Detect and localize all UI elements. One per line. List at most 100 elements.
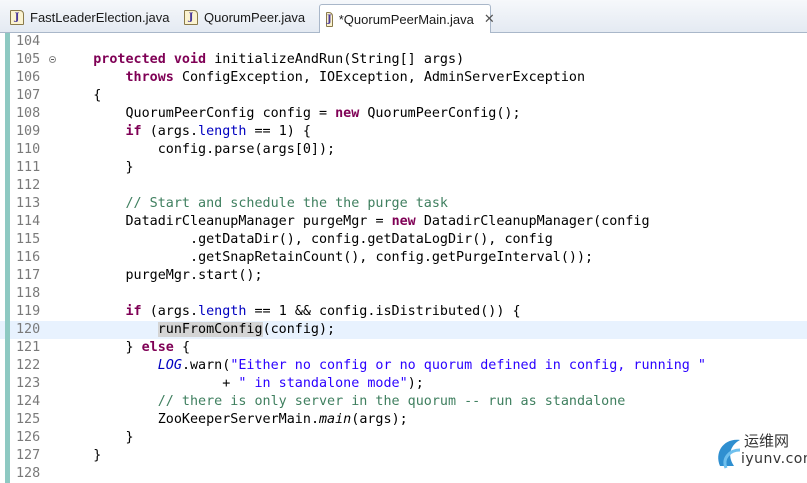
change-bar [5, 357, 10, 375]
code-line[interactable]: 106 throws ConfigException, IOException,… [0, 69, 807, 87]
code-line[interactable]: 114 DatadirCleanupManager purgeMgr = new… [0, 213, 807, 231]
change-bar [5, 213, 10, 231]
line-number: 119 [16, 304, 41, 319]
line-number: 116 [16, 250, 41, 265]
code-line[interactable]: 109 if (args.length == 1) { [0, 123, 807, 141]
line-number: 106 [16, 70, 41, 85]
tab-label: FastLeaderElection.java [30, 10, 170, 25]
line-number: 109 [16, 124, 41, 139]
line-number: 112 [16, 178, 41, 193]
code-text: if (args.length == 1 && config.isDistrib… [125, 304, 521, 319]
change-bar [5, 195, 10, 213]
code-line[interactable]: 123 + " in standalone mode"); [0, 375, 807, 393]
tab-label: *QuorumPeerMain.java [338, 11, 474, 27]
code-line[interactable]: 115 .getDataDir(), config.getDataLogDir(… [0, 231, 807, 249]
change-bar [5, 105, 10, 123]
line-number: 126 [16, 430, 41, 445]
code-text: // Start and schedule the the purge task [125, 196, 448, 211]
watermark-url: iyunv.com [741, 451, 807, 467]
change-bar [5, 249, 10, 267]
line-number: 120 [16, 322, 41, 337]
change-bar [5, 267, 10, 285]
code-text: DatadirCleanupManager purgeMgr = new Dat… [125, 214, 650, 229]
change-bar [5, 69, 10, 87]
java-file-icon: J [10, 10, 24, 25]
code-editor[interactable]: 104 105 protected void initializeAndRun(S… [0, 33, 807, 483]
code-text: + " in standalone mode"); [222, 376, 424, 391]
code-text: } [125, 430, 134, 445]
line-number: 111 [16, 160, 41, 175]
code-text: LOG.warn("Either no config or no quorum … [157, 358, 706, 373]
tab-fastleaderelection[interactable]: J FastLeaderElection.java [4, 4, 170, 31]
code-text: config.parse(args[0]); [157, 142, 336, 157]
code-line[interactable]: 120 runFromConfig(config); [0, 321, 807, 339]
change-bar [5, 465, 10, 483]
line-number: 124 [16, 394, 41, 409]
change-bar [5, 411, 10, 429]
code-text: } [125, 160, 134, 175]
line-number: 114 [16, 214, 41, 229]
code-text: .getDataDir(), config.getDataLogDir(), c… [190, 232, 553, 247]
code-line[interactable]: 121 } else { [0, 339, 807, 357]
line-number: 123 [16, 376, 41, 391]
code-text: } [93, 448, 102, 463]
line-number: 122 [16, 358, 41, 373]
code-text: { [93, 88, 102, 103]
change-bar [5, 123, 10, 141]
code-line[interactable]: 126 } [0, 429, 807, 447]
line-number: 110 [16, 142, 41, 157]
change-bar [5, 231, 10, 249]
code-line[interactable]: 119 if (args.length == 1 && config.isDis… [0, 303, 807, 321]
line-number: 128 [16, 466, 41, 481]
code-text: throws ConfigException, IOException, Adm… [125, 70, 586, 85]
code-line[interactable]: 116 .getSnapRetainCount(), config.getPur… [0, 249, 807, 267]
change-bar [5, 429, 10, 447]
line-number: 117 [16, 268, 41, 283]
code-text: QuorumPeerConfig config = new QuorumPeer… [125, 106, 521, 121]
change-bar [5, 177, 10, 195]
line-number: 127 [16, 448, 41, 463]
change-bar [5, 285, 10, 303]
code-line[interactable]: 125 ZooKeeperServerMain.main(args); [0, 411, 807, 429]
code-line[interactable]: 107 { [0, 87, 807, 105]
change-bar [5, 393, 10, 411]
code-line[interactable]: 118 [0, 285, 807, 303]
code-line[interactable]: 122 LOG.warn("Either no config or no quo… [0, 357, 807, 375]
line-number: 107 [16, 88, 41, 103]
change-bar [5, 339, 10, 357]
code-line[interactable]: 105 protected void initializeAndRun(Stri… [0, 51, 807, 69]
code-line[interactable]: 124 // there is only server in the quoru… [0, 393, 807, 411]
code-line[interactable]: 127 } [0, 447, 807, 465]
change-bar [5, 303, 10, 321]
line-number: 105 [16, 52, 41, 67]
code-line[interactable]: 110 config.parse(args[0]); [0, 141, 807, 159]
code-text: } else { [125, 340, 191, 355]
java-file-icon: J [184, 10, 198, 25]
tab-quorumpeermain[interactable]: J *QuorumPeerMain.java ✕ [319, 4, 495, 33]
code-line[interactable]: 111 } [0, 159, 807, 177]
code-text: ZooKeeperServerMain.main(args); [157, 412, 408, 427]
code-text: .getSnapRetainCount(), config.getPurgeIn… [190, 250, 594, 265]
change-bar [5, 87, 10, 105]
code-line[interactable]: 108 QuorumPeerConfig config = new Quorum… [0, 105, 807, 123]
watermark-title: 运维网 [744, 432, 790, 450]
close-icon[interactable]: ✕ [484, 11, 495, 27]
change-bar [5, 321, 10, 339]
code-text: // there is only server in the quorum --… [157, 394, 626, 409]
code-line[interactable]: 112 [0, 177, 807, 195]
tab-quorumpeer[interactable]: J QuorumPeer.java [178, 4, 314, 31]
line-number: 115 [16, 232, 41, 247]
code-line[interactable]: 113 // Start and schedule the the purge … [0, 195, 807, 213]
line-number: 121 [16, 340, 41, 355]
fold-toggle-icon[interactable] [49, 56, 56, 63]
code-text: runFromConfig(config); [157, 322, 336, 337]
change-bar [5, 159, 10, 177]
java-file-icon: J [326, 11, 333, 27]
line-number: 118 [16, 286, 41, 301]
change-bar [5, 375, 10, 393]
code-line[interactable]: 128 [0, 465, 807, 483]
change-bar [5, 447, 10, 465]
change-bar [5, 51, 10, 69]
code-line[interactable]: 104 [0, 33, 807, 51]
code-line[interactable]: 117 purgeMgr.start(); [0, 267, 807, 285]
